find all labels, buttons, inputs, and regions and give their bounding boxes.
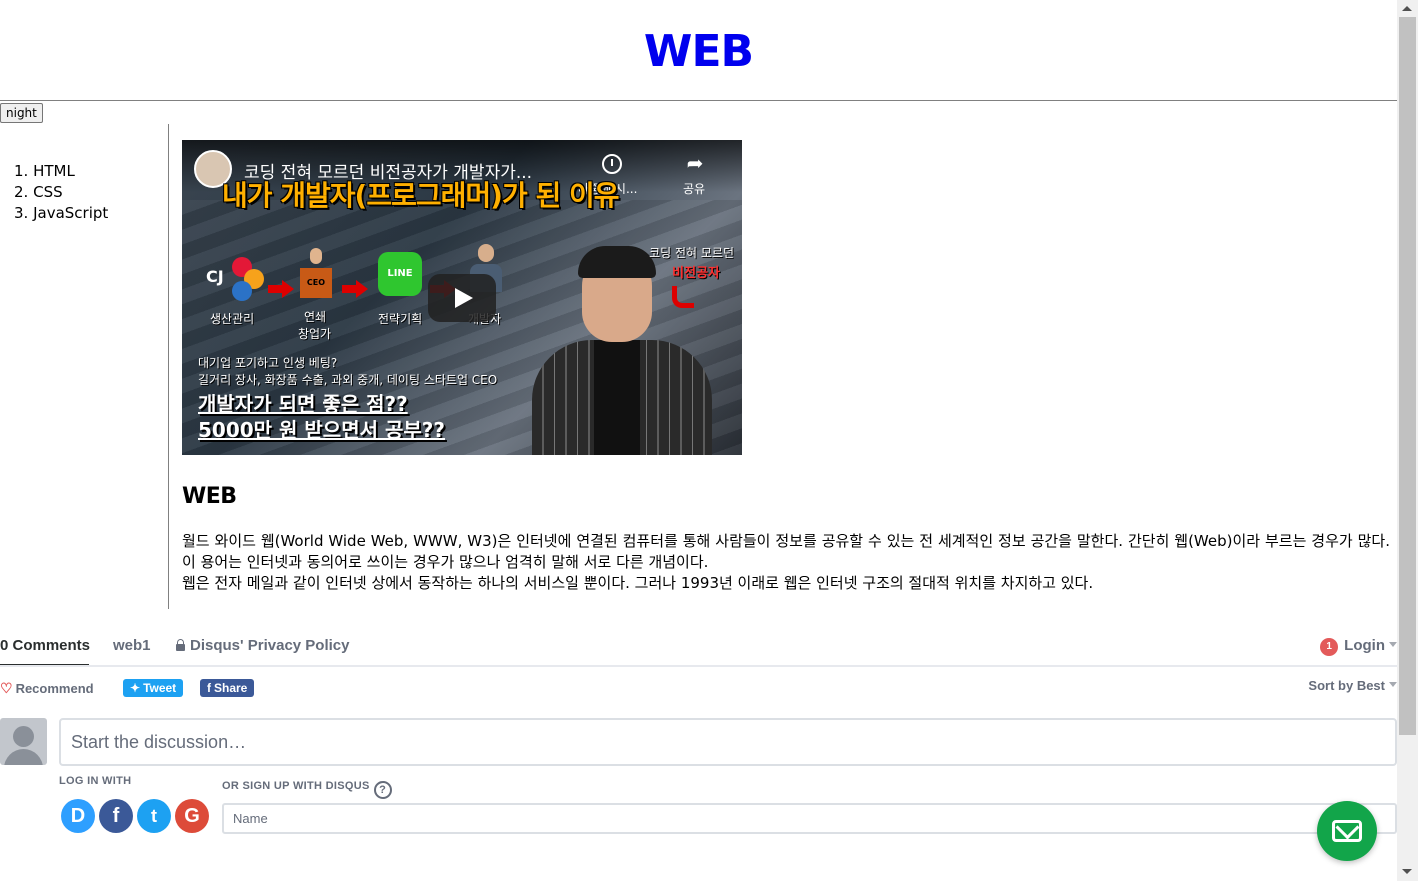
article-paragraph: 월드 와이드 웹(World Wide Web, WWW, W3)은 인터넷에 … <box>182 532 1390 571</box>
disqus-divider <box>0 665 1397 667</box>
nav-link-css[interactable]: CSS <box>33 183 63 201</box>
vertical-scrollbar[interactable] <box>1397 0 1418 881</box>
thumbnail-tag-bottom: 비전공자 <box>672 266 720 281</box>
thumbnail-tag-top: 코딩 전혀 모르던 <box>649 246 734 260</box>
nav-item-javascript[interactable]: 3. JavaScript <box>14 203 108 224</box>
thumbnail-desc-big: 5000만 원 받으면서 공부?? <box>198 418 445 442</box>
arrow-right-icon <box>342 280 368 298</box>
scrollbar-thumb[interactable] <box>1399 17 1416 735</box>
scroll-down-icon[interactable] <box>1402 869 1412 874</box>
facebook-share-button[interactable]: f Share <box>200 679 255 697</box>
ceo-podium-icon: CEO <box>300 268 332 298</box>
night-mode-button[interactable]: night <box>0 103 43 123</box>
curved-arrow-icon <box>672 286 694 308</box>
article-paragraph: 웹은 전자 메일과 같이 인터넷 상에서 동작하는 하나의 서비스일 뿐이다. … <box>182 574 1094 592</box>
tab-privacy-policy[interactable]: Disqus' Privacy Policy <box>175 637 349 654</box>
signup-label-text: OR SIGN UP WITH DISQUS <box>222 780 370 792</box>
article-heading: WEB <box>182 484 237 509</box>
discussion-input[interactable] <box>59 718 1397 766</box>
cj-logo-blue <box>232 281 252 301</box>
article-body: 월드 와이드 웹(World Wide Web, WWW, W3)은 인터넷에 … <box>182 531 1390 594</box>
line-logo-icon: LINE <box>378 252 422 296</box>
nav-link-javascript[interactable]: JavaScript <box>33 204 108 222</box>
mail-button[interactable] <box>1317 801 1377 861</box>
video-share-label[interactable]: 공유 <box>683 180 705 197</box>
login-label[interactable]: Login <box>1344 637 1385 654</box>
sort-label: Sort by Best <box>1308 678 1385 693</box>
scroll-up-icon[interactable] <box>1402 6 1412 11</box>
avatar <box>0 718 47 765</box>
sort-dropdown[interactable]: Sort by Best <box>1308 678 1397 693</box>
signup-label: OR SIGN UP WITH DISQUS? <box>222 780 392 799</box>
thumbnail-desc-big: 개발자가 되면 좋은 점?? <box>198 392 408 416</box>
envelope-icon <box>1332 820 1362 842</box>
share-label: Share <box>214 681 248 695</box>
topic-nav: 1. HTML 2. CSS 3. JavaScript <box>14 161 108 224</box>
help-icon[interactable]: ? <box>373 781 392 799</box>
title-divider <box>0 100 1397 101</box>
cj-logo-icon: CJ <box>204 255 264 303</box>
name-field[interactable] <box>222 803 1397 834</box>
page-title[interactable]: WEB <box>0 26 1397 77</box>
recommend-button[interactable]: ♡ Recommend <box>0 680 94 697</box>
chevron-down-icon <box>1389 642 1397 647</box>
disqus-actions: ♡ Recommend ✦ Tweet f Share Sort by Best <box>0 678 1397 700</box>
share-arrow-icon[interactable]: ➦ <box>682 152 708 174</box>
tab-community[interactable]: web1 <box>113 637 151 654</box>
presenter-hair <box>578 246 656 278</box>
watch-later-icon[interactable] <box>602 154 622 174</box>
tab-comments-count[interactable]: 0 Comments <box>0 637 90 654</box>
google-login-icon[interactable]: G <box>175 799 209 833</box>
recommend-label: Recommend <box>15 681 94 696</box>
youtube-embed[interactable]: 코딩 전혀 모르던 비전공자가 개발자가... 나중에 시... ➦ 공유 내가… <box>182 140 742 455</box>
avatar-head <box>13 726 34 747</box>
facebook-icon: f <box>207 681 211 695</box>
play-button-icon[interactable] <box>428 274 496 322</box>
tweet-label: Tweet <box>143 681 177 695</box>
thumbnail-desc-line: 길거리 장사, 화장품 수출, 과외 중개, 데이팅 스타트업 CEO <box>198 373 498 387</box>
page-title-link[interactable]: WEB <box>644 26 754 77</box>
heart-icon: ♡ <box>0 680 13 696</box>
twitter-bird-icon: ✦ <box>130 681 141 695</box>
privacy-policy-label[interactable]: Disqus' Privacy Policy <box>190 637 349 654</box>
nav-link-html[interactable]: HTML <box>33 162 75 180</box>
presenter-tshirt <box>594 340 640 455</box>
thumbnail-headline: 내가 개발자(프로그래머)가 된 이유 <box>222 179 619 212</box>
cj-logo-text: CJ <box>206 267 224 286</box>
caption-cj: 생산관리 <box>210 312 255 326</box>
nav-item-number: 3. <box>14 204 29 222</box>
arrow-right-icon <box>268 280 294 298</box>
nav-item-number: 1. <box>14 162 29 180</box>
caption-line: 전략기획 <box>378 312 423 326</box>
twitter-login-icon[interactable]: t <box>137 799 171 833</box>
disqus-login-icon[interactable]: D <box>61 799 95 833</box>
page: WEB night 1. HTML 2. CSS 3. JavaScript 코… <box>0 0 1397 881</box>
tweet-button[interactable]: ✦ Tweet <box>123 679 184 697</box>
chevron-down-icon <box>1389 682 1397 687</box>
ceo-person-icon <box>310 248 322 264</box>
login-with-label: LOG IN WITH <box>59 775 132 787</box>
notification-badge[interactable]: 1 <box>1320 638 1339 656</box>
nav-item-css[interactable]: 2. CSS <box>14 182 108 203</box>
avatar-body <box>4 749 43 765</box>
developer-head <box>478 244 494 262</box>
nav-item-number: 2. <box>14 183 29 201</box>
thumbnail-desc-line: 대기업 포기하고 인생 베팅? <box>198 356 338 370</box>
facebook-login-icon[interactable]: f <box>99 799 133 833</box>
login-menu[interactable]: 1 Login <box>1320 637 1397 656</box>
caption-ceo-bottom: 창업가 <box>298 327 332 341</box>
disqus-tabs: 0 Comments web1 Disqus' Privacy Policy 1… <box>0 635 1397 667</box>
lock-icon <box>175 639 186 651</box>
nav-item-html[interactable]: 1. HTML <box>14 161 108 182</box>
caption-ceo-top: 연쇄 <box>304 310 327 324</box>
nav-divider <box>168 124 169 609</box>
